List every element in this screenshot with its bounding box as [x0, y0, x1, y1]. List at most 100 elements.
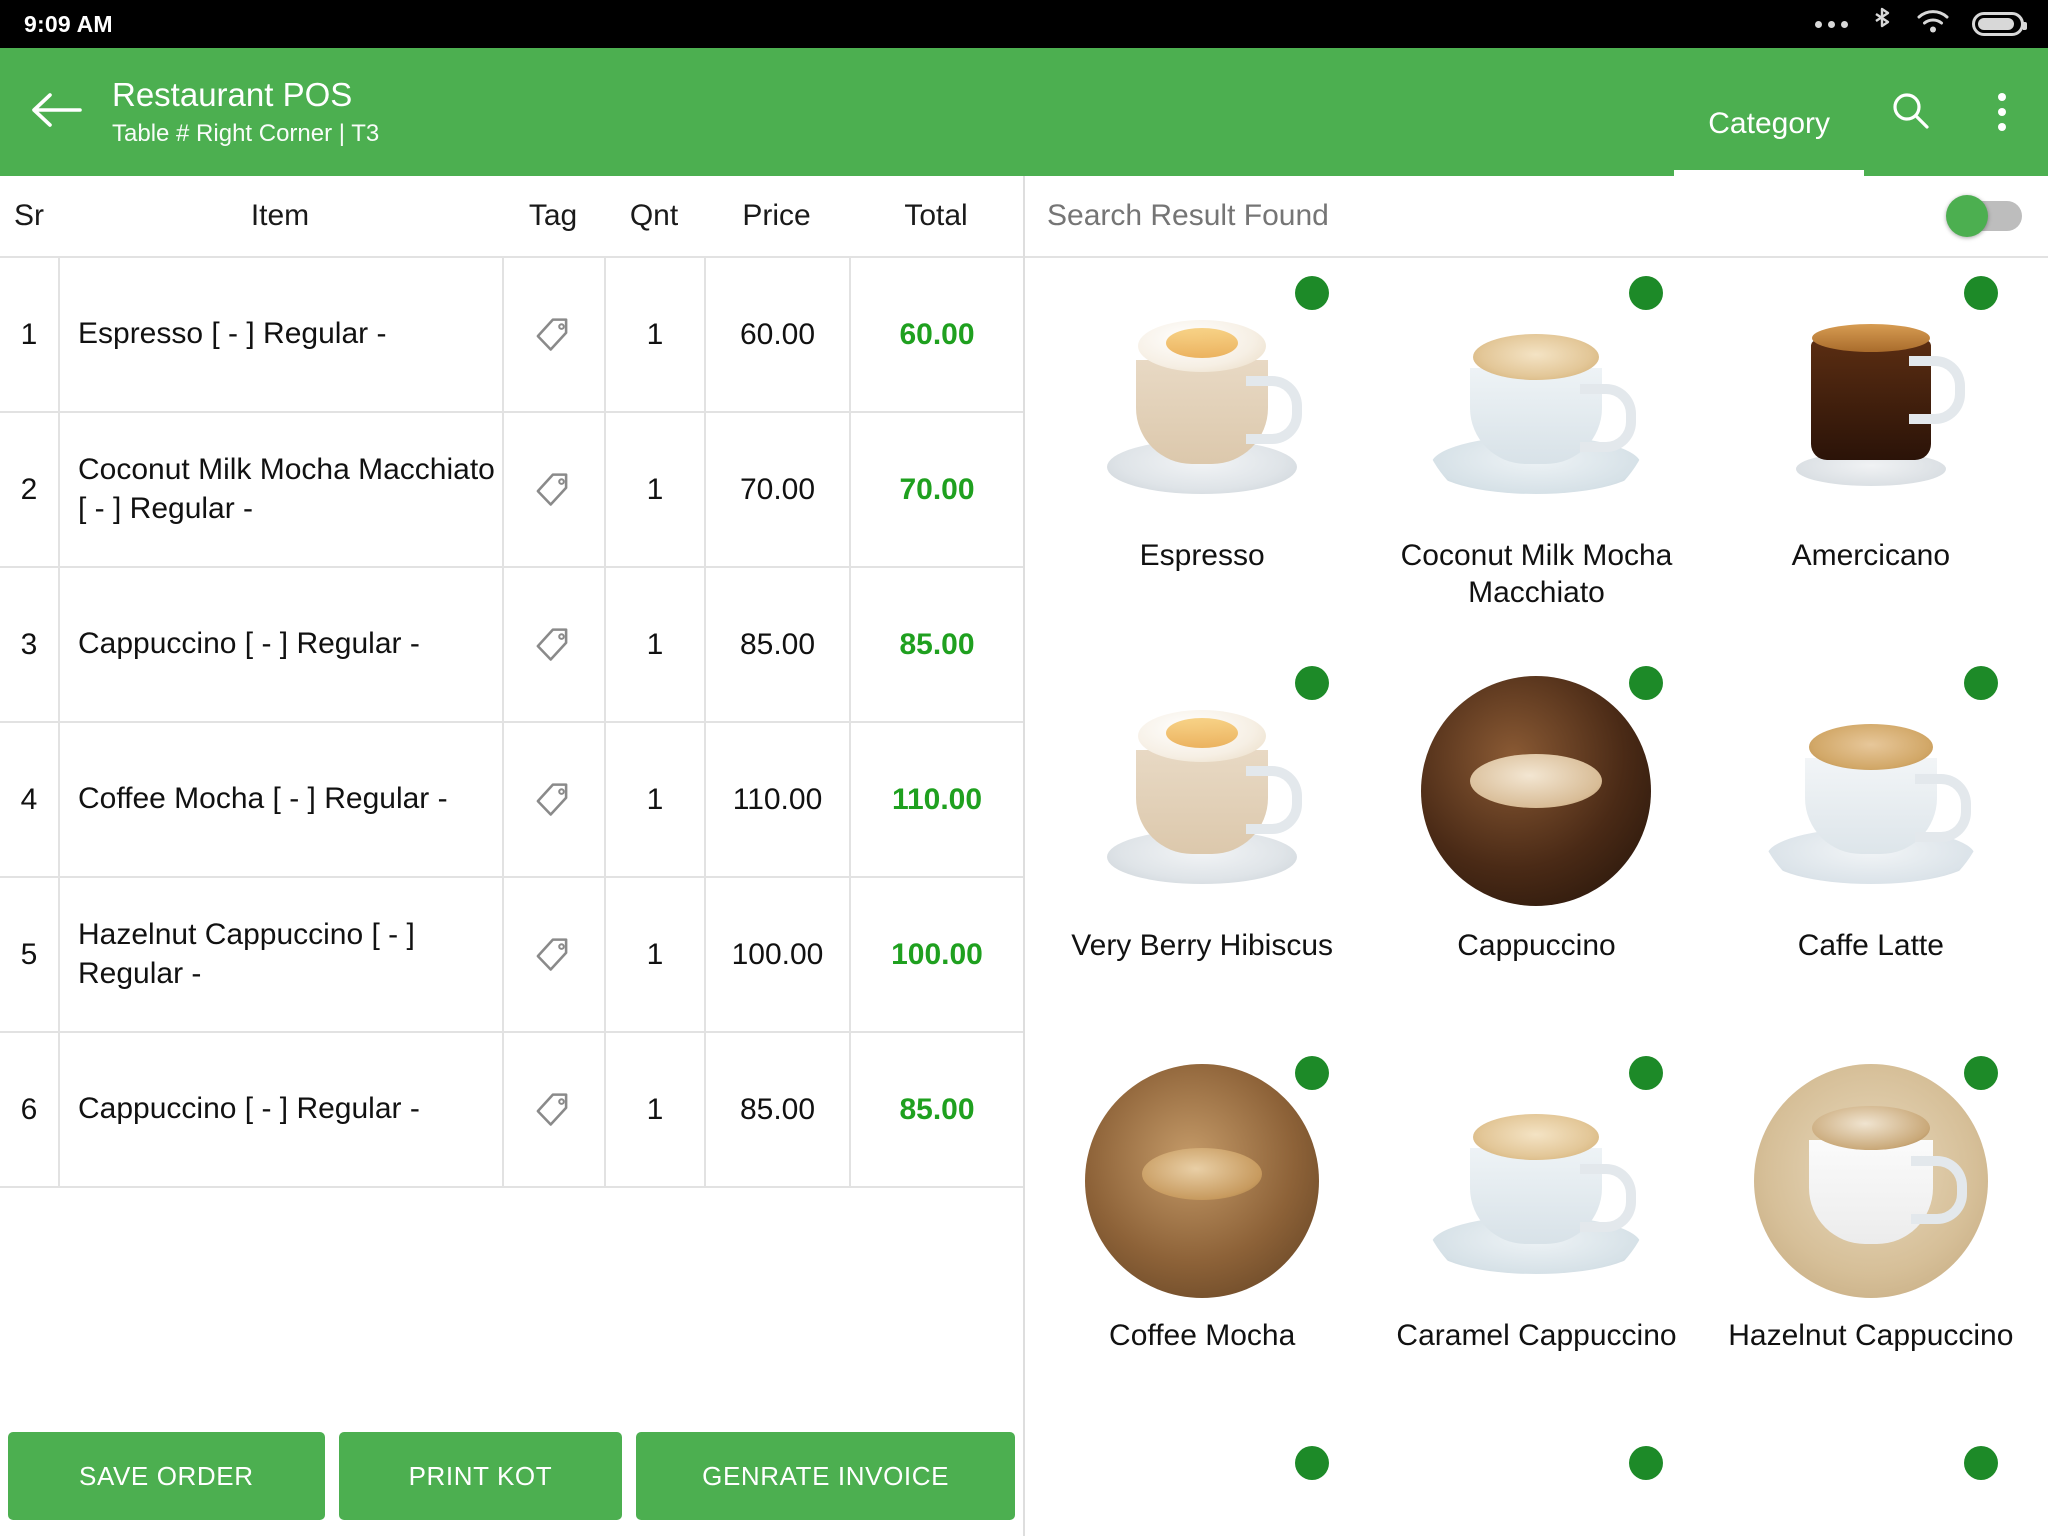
table-row[interactable]: 1 Espresso [ - ] Regular -1 60.00 60.00	[0, 258, 1023, 413]
product-thumb-wrap	[1073, 662, 1331, 920]
in-stock-indicator	[1295, 276, 1330, 310]
stock-filter-toggle[interactable]	[1946, 195, 2022, 237]
search-bar	[1025, 176, 2048, 258]
product-image	[1751, 1062, 1990, 1300]
product-name: Hazelnut Cappuccino	[1728, 1319, 2014, 1352]
table-row[interactable]: 2 Coconut Milk Mocha Macchiato [ - ] Regu…	[0, 413, 1023, 568]
column-header-price: Price	[742, 199, 811, 232]
print-kot-button[interactable]: PRINT KOT	[338, 1432, 623, 1520]
table-subtitle: Table # Right Corner | T3	[112, 120, 380, 148]
tag-icon	[532, 1088, 576, 1132]
in-stock-indicator	[1295, 1446, 1330, 1480]
product-name: Caffe Latte	[1797, 929, 1944, 962]
tag-icon	[532, 623, 576, 667]
cell-qnt[interactable]: 1	[604, 413, 704, 566]
product-image	[1417, 1062, 1656, 1300]
product-thumb-wrap	[1073, 272, 1331, 530]
cell-sr: 6	[20, 1092, 38, 1126]
table-row[interactable]: 6 Cappuccino [ - ] Regular -1 85.00 85.00	[0, 1033, 1023, 1188]
search-input[interactable]	[1047, 199, 1950, 233]
cell-qnt[interactable]: 1	[604, 723, 704, 876]
cell-sr: 1	[20, 317, 38, 351]
tab-active-indicator	[1674, 170, 1864, 176]
table-row[interactable]: 5 Hazelnut Cappuccino [ - ] Regular -1 100…	[0, 878, 1023, 1033]
cell-item: Coconut Milk Mocha Macchiato [ - ] Regul…	[58, 413, 502, 566]
in-stock-indicator	[1963, 1446, 1998, 1480]
status-system-icons	[1815, 7, 2027, 42]
cell-tag[interactable]	[502, 878, 604, 1031]
back-arrow-icon	[30, 90, 82, 135]
product-card[interactable]: Cappuccino	[1369, 662, 1703, 1052]
search-icon	[1890, 90, 1930, 135]
product-name: Coconut Milk Mocha Macchiato	[1400, 539, 1673, 609]
order-table-header: Sr Item Tag Qnt Price Total	[0, 176, 1023, 258]
generate-invoice-button[interactable]: GENRATE INVOICE	[636, 1432, 1015, 1520]
tag-icon	[532, 933, 576, 977]
cell-sr: 3	[20, 627, 38, 661]
column-header-total: Total	[904, 199, 968, 232]
tab-category[interactable]: Category	[1674, 72, 1864, 176]
product-name: Very Berry Hibiscus	[1071, 929, 1334, 962]
product-thumb-wrap	[1073, 1052, 1331, 1310]
page-title: Restaurant POS	[112, 75, 353, 113]
cell-total: 85.00	[849, 568, 1023, 721]
product-image	[1083, 1062, 1322, 1300]
main-content: Sr Item Tag Qnt Price Total 1 Espresso [ …	[0, 176, 2048, 1536]
order-table-body: 1 Espresso [ - ] Regular -1 60.00 60.00 2 Coc…	[0, 258, 1023, 1432]
cell-tag[interactable]	[502, 413, 604, 566]
product-panel: Espresso Coconut Milk Mocha Macchiato Amer…	[1025, 176, 2048, 1536]
product-card[interactable]: Caffe Latte	[1704, 662, 2038, 1052]
product-card[interactable]	[1035, 1442, 1369, 1536]
product-image	[1417, 282, 1656, 520]
cell-total: 110.00	[849, 723, 1023, 876]
product-card[interactable]: Amercicano	[1704, 272, 2038, 662]
cell-price: 100.00	[704, 878, 849, 1031]
cell-item: Cappuccino [ - ] Regular -	[58, 1033, 502, 1186]
app-bar-spacer	[379, 48, 1674, 176]
column-header-sr: Sr	[14, 199, 44, 232]
cell-qnt[interactable]: 1	[604, 878, 704, 1031]
cell-price: 85.00	[704, 1033, 849, 1186]
cell-item: Cappuccino [ - ] Regular -	[58, 568, 502, 721]
product-thumb-wrap	[1742, 662, 2000, 920]
product-card[interactable]	[1704, 1442, 2038, 1536]
cell-tag[interactable]	[502, 1033, 604, 1186]
order-panel: Sr Item Tag Qnt Price Total 1 Espresso [ …	[0, 176, 1025, 1536]
search-button[interactable]	[1864, 48, 1956, 176]
cell-tag[interactable]	[502, 723, 604, 876]
tab-category-label: Category	[1708, 107, 1830, 140]
product-card[interactable]: Espresso	[1035, 272, 1369, 662]
product-card[interactable]	[1369, 1442, 1703, 1536]
product-card[interactable]: Caramel Cappuccino	[1369, 1052, 1703, 1442]
app-bar: Restaurant POS Table # Right Corner | T3…	[0, 48, 2048, 176]
product-card[interactable]: Coffee Mocha	[1035, 1052, 1369, 1442]
product-thumb-wrap	[1073, 1442, 1331, 1536]
back-button[interactable]	[0, 48, 112, 176]
tag-icon	[532, 313, 576, 357]
wifi-icon	[1916, 8, 1950, 41]
product-card[interactable]: Coconut Milk Mocha Macchiato	[1369, 272, 1703, 662]
cell-tag[interactable]	[502, 258, 604, 411]
product-card[interactable]: Hazelnut Cappuccino	[1704, 1052, 2038, 1442]
cell-qnt[interactable]: 1	[604, 1033, 704, 1186]
product-thumb-wrap	[1407, 1052, 1665, 1310]
product-name: Caramel Cappuccino	[1396, 1319, 1677, 1352]
in-stock-indicator	[1963, 1056, 1998, 1090]
table-row[interactable]: 3 Cappuccino [ - ] Regular -1 85.00 85.00	[0, 568, 1023, 723]
cell-item: Hazelnut Cappuccino [ - ] Regular -	[58, 878, 502, 1031]
cell-sr: 2	[20, 472, 38, 506]
cell-qnt[interactable]: 1	[604, 568, 704, 721]
product-thumb-wrap	[1407, 1442, 1665, 1536]
product-image	[1751, 672, 1990, 910]
bluetooth-icon	[1870, 7, 1894, 42]
cell-tag[interactable]	[502, 568, 604, 721]
product-card[interactable]: Very Berry Hibiscus	[1035, 662, 1369, 1052]
overflow-menu-button[interactable]	[1956, 48, 2048, 176]
cell-item: Coffee Mocha [ - ] Regular -	[58, 723, 502, 876]
product-name: Cappuccino	[1457, 929, 1616, 962]
cell-qnt[interactable]: 1	[604, 258, 704, 411]
table-row[interactable]: 4 Coffee Mocha [ - ] Regular -1 110.00 110.…	[0, 723, 1023, 878]
save-order-button[interactable]: SAVE ORDER	[8, 1432, 325, 1520]
tag-icon	[532, 468, 576, 512]
cell-price: 70.00	[704, 413, 849, 566]
